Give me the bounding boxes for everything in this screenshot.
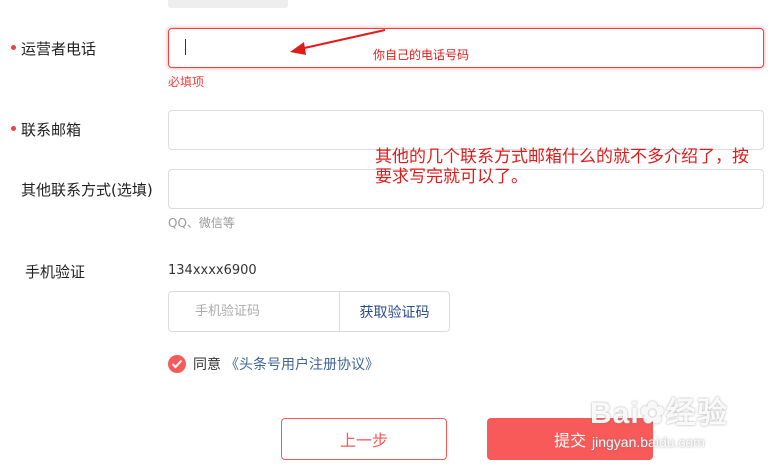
agreement-row: 同意 《头条号用户注册协议》 <box>168 354 379 374</box>
other-fields-annotation: 其他的几个联系方式邮箱什么的就不多介绍了，按要求写完就可以了。 <box>375 147 749 187</box>
email-input[interactable] <box>168 110 764 150</box>
operator-phone-label: 运营者电话 <box>21 40 97 58</box>
phone-annotation: 你自己的电话号码 <box>373 48 470 62</box>
phone-verify-label: 手机验证 <box>25 263 86 281</box>
baidu-jingyan-watermark: Bai✿经验 jingyan.baidu.com <box>590 388 770 466</box>
watermark-logo: Bai✿经验 <box>590 397 728 430</box>
prev-step-button[interactable]: 上一步 <box>281 418 447 460</box>
operator-phone-error: 必填项 <box>168 75 205 89</box>
get-code-button[interactable]: 获取验证码 <box>339 292 449 331</box>
agreement-link[interactable]: 《头条号用户注册协议》 <box>225 354 379 374</box>
required-marker <box>11 45 16 50</box>
watermark-url: jingyan.baidu.com <box>592 434 705 450</box>
other-contact-label: 其他联系方式(选填) <box>21 181 153 199</box>
required-marker <box>11 126 16 131</box>
paw-icon: ✿ <box>639 397 666 430</box>
agreement-prefix: 同意 <box>193 357 221 373</box>
verify-code-group: 获取验证码 <box>168 291 450 332</box>
verify-code-input[interactable] <box>169 292 339 331</box>
phone-number-display: 134xxxx6900 <box>168 263 257 278</box>
checkbox-checked-icon[interactable] <box>168 355 186 373</box>
previous-field-stub <box>168 0 288 8</box>
text-caret <box>185 39 186 55</box>
email-label: 联系邮箱 <box>21 121 82 139</box>
other-contact-hint: QQ、微信等 <box>168 216 235 230</box>
